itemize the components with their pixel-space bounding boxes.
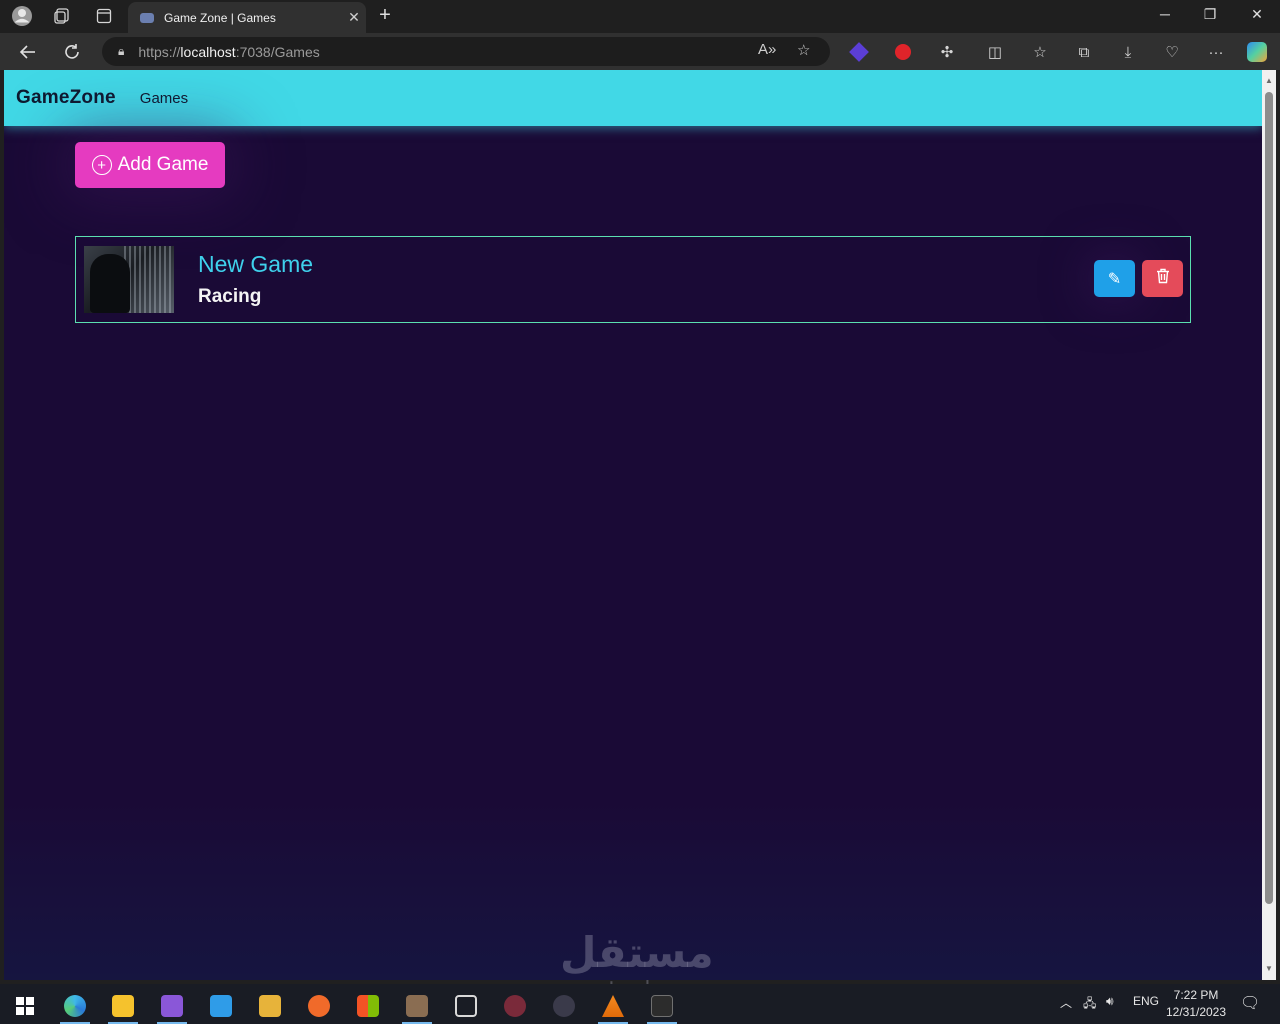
visual-studio-app-icon[interactable] — [151, 988, 193, 1024]
notifications-icon[interactable]: 🗨︎ — [1240, 993, 1260, 1013]
edit-game-button[interactable]: ✎ — [1094, 260, 1135, 297]
downloads-icon[interactable]: ⤓ — [1117, 41, 1139, 63]
vlc-app-icon[interactable] — [592, 988, 634, 1024]
scroll-up-icon[interactable]: ▲ — [1262, 74, 1276, 88]
delete-game-button[interactable] — [1142, 260, 1183, 297]
taskbar-clock[interactable]: 7:22 PM 12/31/2023 — [1160, 987, 1232, 1021]
minimize-icon[interactable]: ─ — [1155, 6, 1175, 22]
pencil-icon: ✎ — [1107, 270, 1122, 288]
sticky-app-icon[interactable] — [249, 988, 291, 1024]
network-icon[interactable]: 🖧︎ — [1083, 994, 1096, 1015]
add-game-label: Add Game — [117, 154, 209, 175]
watermark-arabic: مستقل — [560, 928, 714, 977]
store-app-icon[interactable] — [347, 988, 389, 1024]
url-protocol: https:// — [138, 43, 181, 60]
add-game-button[interactable]: + Add Game — [75, 142, 225, 188]
plus-circle-icon: + — [91, 155, 112, 175]
adblock-icon[interactable] — [892, 41, 914, 63]
multitask-app-icon[interactable] — [445, 988, 487, 1024]
spider-app-icon[interactable] — [543, 988, 585, 1024]
game-cover-image — [84, 246, 174, 313]
new-tab-icon[interactable]: + — [374, 4, 396, 27]
character-app-icon[interactable] — [396, 988, 438, 1024]
file-explorer-app-icon[interactable] — [102, 988, 144, 1024]
profile-icon[interactable] — [11, 5, 33, 27]
game-info: New Game Racing — [198, 251, 313, 308]
cover-figure — [90, 254, 130, 313]
windows-taskbar: ︿ 🖧︎ 🔊︎ ENG 7:22 PM 12/31/2023 🗨︎ — [0, 984, 1280, 1024]
tab-actions-icon[interactable] — [93, 5, 115, 27]
scroll-thumb[interactable] — [1265, 92, 1273, 904]
vscode-app-icon[interactable] — [200, 988, 242, 1024]
copilot-icon[interactable] — [1246, 41, 1268, 63]
scroll-down-icon[interactable]: ▼ — [1262, 962, 1276, 976]
edge-app-icon[interactable] — [54, 988, 96, 1024]
extension-purple-icon[interactable] — [848, 41, 870, 63]
extensions-puzzle-icon[interactable]: ✣ — [936, 41, 958, 63]
bug-app-icon[interactable] — [494, 988, 536, 1024]
game-category: Racing — [198, 286, 262, 307]
lock-icon[interactable]: 🔒︎ — [118, 44, 124, 59]
read-aloud-icon[interactable]: A» — [758, 41, 776, 58]
site-brand-link[interactable]: GameZone — [16, 87, 116, 109]
restore-icon[interactable]: ❐ — [1200, 6, 1220, 23]
clock-date: 12/31/2023 — [1165, 1005, 1227, 1019]
tab-title: Game Zone | Games — [164, 10, 276, 25]
language-indicator[interactable]: ENG — [1133, 994, 1159, 1008]
workspaces-icon[interactable] — [51, 5, 73, 27]
game-card: New Game Racing ✎ — [75, 236, 1191, 323]
trash-icon — [1156, 268, 1170, 289]
split-screen-icon[interactable]: ◫ — [984, 41, 1006, 63]
url-path: :7038/Games — [235, 43, 320, 60]
address-bar[interactable]: 🔒︎ https://localhost:7038/Games A» ☆ — [102, 37, 830, 66]
volume-icon[interactable]: 🔊︎ — [1106, 994, 1114, 1009]
postman-app-icon[interactable] — [298, 988, 340, 1024]
close-window-icon[interactable]: ✕ — [1247, 6, 1267, 23]
url-host: localhost — [180, 43, 236, 60]
page-viewport: GameZone Games + Add Game New Game Racin… — [4, 70, 1262, 980]
cover-pattern — [124, 246, 174, 313]
favorite-star-icon[interactable]: ☆ — [797, 41, 810, 59]
browser-titlebar: Game Zone | Games ✕ + ─ ❐ ✕ — [0, 0, 1280, 33]
tab-active[interactable]: Game Zone | Games ✕ — [128, 2, 366, 33]
performance-icon[interactable]: ♡ — [1161, 41, 1183, 63]
start-windows-icon[interactable] — [4, 988, 46, 1024]
collections-icon[interactable]: ⧉ — [1073, 41, 1095, 63]
tray-chevron-icon[interactable]: ︿ — [1060, 994, 1072, 1011]
close-tab-icon[interactable]: ✕ — [342, 9, 366, 26]
gamepad-icon — [140, 12, 154, 23]
refresh-icon[interactable] — [61, 41, 83, 63]
clock-time: 7:22 PM — [1173, 988, 1219, 1002]
back-icon[interactable] — [17, 41, 39, 63]
favorites-icon[interactable]: ☆ — [1029, 41, 1051, 63]
browser-toolbar: 🔒︎ https://localhost:7038/Games A» ☆ ✣ ◫… — [0, 33, 1280, 70]
more-menu-icon[interactable]: ··· — [1205, 41, 1227, 63]
vertical-scrollbar[interactable]: ▲ ▼ — [1262, 70, 1276, 980]
nav-link-games[interactable]: Games — [140, 90, 188, 107]
terminal-app-icon[interactable] — [641, 988, 683, 1024]
game-title[interactable]: New Game — [198, 251, 313, 278]
site-navbar: GameZone Games — [4, 70, 1262, 126]
